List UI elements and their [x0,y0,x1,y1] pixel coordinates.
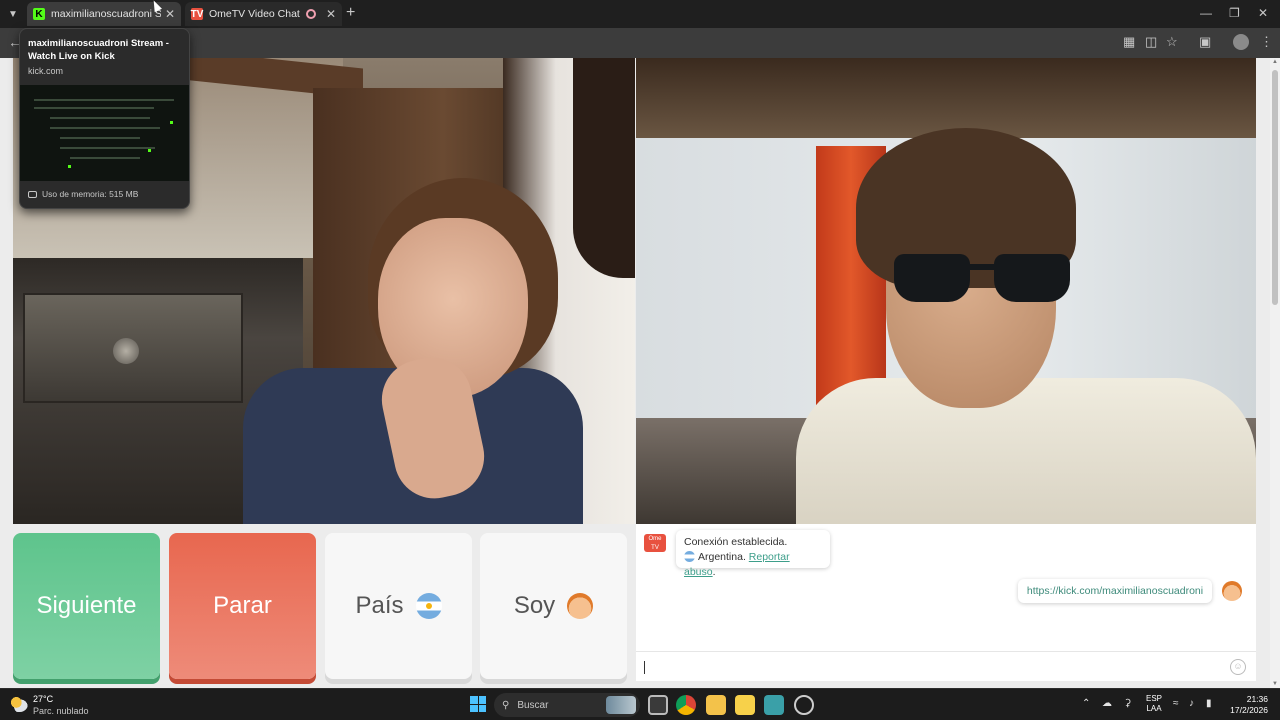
search-label: Buscar [517,699,549,711]
bookmark-star-icon[interactable]: ☆ [1166,34,1178,50]
translate-icon[interactable]: ▦ [1123,34,1135,50]
user-message-text[interactable]: https://kick.com/maximilianoscuadroni [1027,585,1203,597]
scroll-down-arrow-icon[interactable]: ▼ [1271,681,1279,687]
argentina-flag-icon [684,551,695,562]
keyboard-layout: LAA [1146,704,1162,713]
chat-input[interactable]: ☺ [636,651,1256,681]
stop-button[interactable]: Parar [169,533,316,679]
minimize-icon[interactable]: — [1200,6,1212,20]
microphone-icon[interactable]: ⚳ [1124,698,1131,709]
gender-button-label: Soy [513,592,556,619]
user-avatar-icon [1222,581,1242,601]
connection-status: Conexión establecida. [684,536,788,548]
task-view-icon[interactable] [648,695,668,715]
country-button[interactable]: País [325,533,472,679]
windows-taskbar: 27°C Parc. nublado ⚲ Buscar ⌃ ☁ ⚳ ESP LA… [0,688,1280,720]
country-button-label: País [355,592,404,619]
app-icon[interactable] [764,695,784,715]
report-suffix: . [712,566,716,578]
memory-usage: Uso de memoria: 515 MB [42,189,139,199]
hover-card-url: kick.com [28,66,64,76]
profile-avatar[interactable] [1233,34,1249,50]
page-scrollbar[interactable]: ▲ ▼ [1270,58,1280,688]
system-clock[interactable]: 21:36 17/2/2026 [1228,694,1268,716]
obs-icon[interactable] [794,695,814,715]
search-highlight-image [606,696,636,714]
memory-icon [28,190,37,198]
search-icon: ⚲ [502,699,510,711]
system-message: Conexión establecida. Argentina. Reporta… [676,530,830,578]
tab-ometv[interactable]: TV OmeTV Video Chat — Ome ✕ [185,2,342,26]
stranger-country: Argentina. [698,551,746,563]
boy-emoji-icon [567,593,594,619]
battery-icon[interactable]: ▮ [1206,698,1212,709]
show-hidden-icons-icon[interactable]: ⌃ [1082,698,1090,709]
chat-panel: Ome TV Conexión establecida. Argentina. … [636,524,1256,681]
hover-card-thumbnail [20,85,189,181]
chrome-icon[interactable] [676,695,696,715]
scroll-thumb[interactable] [1272,70,1278,305]
close-tab-icon[interactable]: ✕ [326,7,336,21]
windows-start-icon[interactable] [470,696,486,712]
close-window-icon[interactable]: ✕ [1258,6,1268,20]
volume-icon[interactable]: ♪ [1189,698,1194,709]
gender-button[interactable]: Soy [480,533,627,679]
language-indicator[interactable]: ESP LAA [1146,694,1162,714]
tab-search-button[interactable]: ▼ [4,5,22,23]
close-tab-icon[interactable]: ✕ [165,7,175,21]
hover-card-title: maximilianoscuadroni Stream - Watch Live… [28,38,169,62]
stop-button-label: Parar [213,592,272,619]
weather-description[interactable]: Parc. nublado [33,706,89,716]
menu-dots-icon[interactable]: ⋮ [1260,34,1273,50]
sticky-notes-icon[interactable] [735,695,755,715]
self-video [636,58,1256,524]
wifi-icon[interactable]: ≈ [1173,698,1179,709]
next-button-label: Siguiente [36,592,137,619]
browser-toolbar: ← ▦ ◫ ☆ ▣ ⋮ [0,28,1280,58]
onedrive-icon[interactable]: ☁ [1102,698,1112,709]
next-button[interactable]: Siguiente [13,533,160,679]
restore-icon[interactable]: ❐ [1229,6,1240,20]
new-tab-button[interactable]: + [346,4,355,22]
weather-temperature[interactable]: 27°C [33,694,53,704]
browser-tabstrip: ▼ K maximilianoscuadroni Stream - ✕ TV O… [0,0,1280,28]
text-caret [644,661,645,674]
weather-icon[interactable] [10,696,28,712]
file-explorer-icon[interactable] [706,695,726,715]
ometv-icon: TV [190,8,204,20]
argentina-flag-icon [415,593,442,619]
clock-time: 21:36 [1246,694,1268,704]
scroll-up-arrow-icon[interactable]: ▲ [1271,59,1279,65]
hover-card-memory: Uso de memoria: 515 MB [28,189,138,199]
clock-date: 17/2/2026 [1230,705,1268,715]
cast-icon[interactable]: ◫ [1145,34,1157,50]
language-code: ESP [1146,694,1163,703]
tab-title: maximilianoscuadroni Stream - [51,8,161,20]
user-chat-message: https://kick.com/maximilianoscuadroni [1018,579,1212,603]
tab-title: OmeTV Video Chat — Ome [209,8,300,20]
recording-icon [305,9,316,19]
ometv-logo-icon: Ome TV [644,534,666,552]
taskbar-search[interactable]: ⚲ Buscar [494,693,640,717]
ometv-page: Siguiente Parar País Soy Ome TV Conexión… [0,58,1270,688]
tab-hover-card: maximilianoscuadroni Stream - Watch Live… [19,28,190,209]
kick-icon: K [33,8,45,20]
extensions-icon[interactable]: ▣ [1199,34,1211,50]
emoji-icon[interactable]: ☺ [1230,659,1246,675]
